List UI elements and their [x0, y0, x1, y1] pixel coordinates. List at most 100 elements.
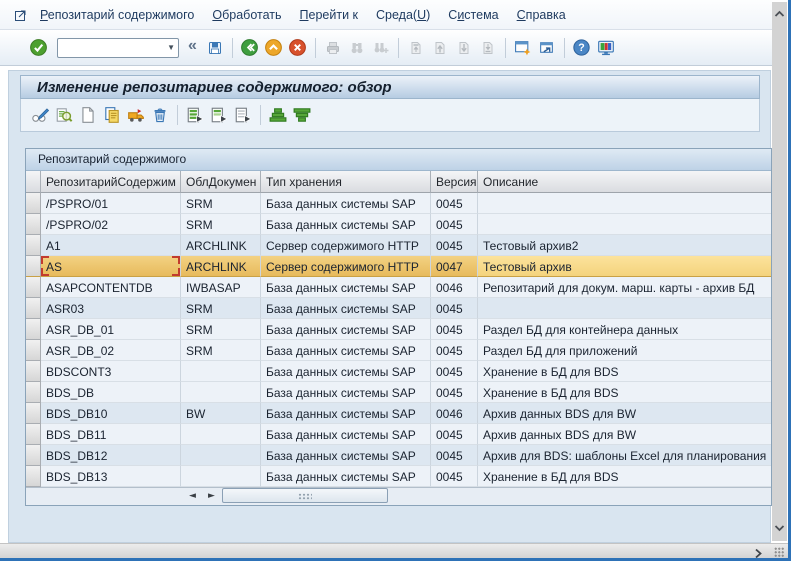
- list-arrow-half-icon[interactable]: [210, 106, 228, 124]
- cell-repository-name[interactable]: BDS_DB13: [41, 466, 181, 487]
- hscroll-right-icon[interactable]: ►: [203, 489, 220, 503]
- last-page-icon[interactable]: [479, 39, 497, 57]
- cell-description[interactable]: Тестовый архив2: [478, 235, 771, 256]
- cell-description[interactable]: Раздел БД для контейнера данных: [478, 319, 771, 340]
- cell-version[interactable]: 0045: [431, 298, 478, 319]
- cell-description[interactable]: [478, 298, 771, 319]
- system-menu-icon[interactable]: [13, 7, 29, 23]
- exit-icon[interactable]: [265, 39, 283, 57]
- column-header[interactable]: РепозитарийСодержим: [41, 171, 181, 193]
- cell-repository-name[interactable]: ASR_DB_01: [41, 319, 181, 340]
- new-session-icon[interactable]: [514, 39, 532, 57]
- cell-description[interactable]: Тестовый архив: [478, 256, 771, 277]
- row-selector[interactable]: [26, 424, 41, 445]
- menu-item[interactable]: Среда(U): [376, 8, 430, 22]
- cell-repository-name[interactable]: ASAPCONTENTDB: [41, 277, 181, 298]
- row-selector[interactable]: [26, 340, 41, 361]
- cell-version[interactable]: 0046: [431, 403, 478, 424]
- save-icon[interactable]: [206, 39, 224, 57]
- cell-storage-type[interactable]: Сервер содержимого HTTP: [261, 235, 431, 256]
- cell-description[interactable]: Архив данных BDS для BW: [478, 424, 771, 445]
- cell-repository-name[interactable]: BDS_DB: [41, 382, 181, 403]
- find-icon[interactable]: [348, 39, 366, 57]
- cell-repository-name[interactable]: AS: [41, 256, 181, 277]
- cell-repository-name[interactable]: BDS_DB11: [41, 424, 181, 445]
- cell-description[interactable]: Хранение в БД для BDS: [478, 382, 771, 403]
- row-selector[interactable]: [26, 382, 41, 403]
- row-selector[interactable]: [26, 214, 41, 235]
- cell-document-area[interactable]: ARCHLINK: [181, 235, 261, 256]
- cell-description[interactable]: Архив для BDS: шаблоны Excel для планиро…: [478, 445, 771, 466]
- previous-page-icon[interactable]: [431, 39, 449, 57]
- cell-version[interactable]: 0045: [431, 340, 478, 361]
- resize-grip-icon[interactable]: [774, 547, 785, 557]
- cell-storage-type[interactable]: База данных системы SAP: [261, 319, 431, 340]
- cell-repository-name[interactable]: BDS_DB12: [41, 445, 181, 466]
- delete-icon[interactable]: [151, 106, 169, 124]
- menu-item[interactable]: Система: [448, 8, 498, 22]
- command-input[interactable]: [58, 40, 164, 56]
- menu-item[interactable]: Репозитарий содержимого: [40, 8, 194, 22]
- filter-bars-icon[interactable]: [293, 106, 311, 124]
- column-header[interactable]: Версия: [431, 171, 478, 193]
- cell-description[interactable]: Репозитарий для докум. марш. карты - арх…: [478, 277, 771, 298]
- collapse-icon[interactable]: «: [188, 37, 197, 55]
- cell-storage-type[interactable]: База данных системы SAP: [261, 382, 431, 403]
- cell-version[interactable]: 0045: [431, 319, 478, 340]
- cell-version[interactable]: 0045: [431, 214, 478, 235]
- cell-version[interactable]: 0045: [431, 445, 478, 466]
- cell-repository-name[interactable]: /PSPRO/02: [41, 214, 181, 235]
- scroll-down-icon[interactable]: [774, 520, 785, 538]
- command-field[interactable]: ▼: [57, 38, 179, 58]
- cell-version[interactable]: 0045: [431, 466, 478, 487]
- list-arrow-outline-icon[interactable]: [234, 106, 252, 124]
- cell-storage-type[interactable]: База данных системы SAP: [261, 424, 431, 445]
- cell-repository-name[interactable]: ASR_DB_02: [41, 340, 181, 361]
- row-selector[interactable]: [26, 445, 41, 466]
- cell-document-area[interactable]: SRM: [181, 298, 261, 319]
- transport-icon[interactable]: [127, 106, 145, 124]
- cell-document-area[interactable]: [181, 466, 261, 487]
- column-header[interactable]: Тип хранения: [261, 171, 431, 193]
- menu-item[interactable]: Обработать: [212, 8, 281, 22]
- select-all-header[interactable]: [26, 171, 41, 193]
- row-selector[interactable]: [26, 277, 41, 298]
- cell-version[interactable]: 0047: [431, 256, 478, 277]
- cell-document-area[interactable]: [181, 445, 261, 466]
- cell-storage-type[interactable]: База данных системы SAP: [261, 214, 431, 235]
- cell-storage-type[interactable]: База данных системы SAP: [261, 277, 431, 298]
- cell-storage-type[interactable]: База данных системы SAP: [261, 298, 431, 319]
- display-icon[interactable]: [55, 106, 73, 124]
- help-icon[interactable]: ?: [573, 39, 591, 57]
- copy-icon[interactable]: [103, 106, 121, 124]
- cell-repository-name[interactable]: ASR03: [41, 298, 181, 319]
- column-header[interactable]: Описание: [478, 171, 771, 193]
- scroll-up-icon[interactable]: [774, 5, 785, 23]
- print-icon[interactable]: [324, 39, 342, 57]
- cell-document-area[interactable]: ARCHLINK: [181, 256, 261, 277]
- cell-document-area[interactable]: [181, 361, 261, 382]
- dropdown-arrow-icon[interactable]: ▼: [167, 44, 175, 52]
- toggle-display-change-icon[interactable]: [31, 106, 49, 124]
- cell-version[interactable]: 0046: [431, 277, 478, 298]
- cell-document-area[interactable]: [181, 424, 261, 445]
- cell-description[interactable]: [478, 214, 771, 235]
- hscrollbar-thumb[interactable]: [222, 488, 388, 503]
- row-selector[interactable]: [26, 193, 41, 214]
- cell-document-area[interactable]: SRM: [181, 193, 261, 214]
- cell-storage-type[interactable]: Сервер содержимого HTTP: [261, 256, 431, 277]
- cell-description[interactable]: [478, 193, 771, 214]
- list-arrow-filled-icon[interactable]: [186, 106, 204, 124]
- row-selector[interactable]: [26, 235, 41, 256]
- cell-document-area[interactable]: [181, 382, 261, 403]
- hscroll-left-icon[interactable]: ◄: [184, 489, 201, 503]
- cell-storage-type[interactable]: База данных системы SAP: [261, 340, 431, 361]
- row-selector[interactable]: [26, 298, 41, 319]
- row-selector[interactable]: [26, 319, 41, 340]
- next-page-icon[interactable]: [455, 39, 473, 57]
- cell-document-area[interactable]: BW: [181, 403, 261, 424]
- vertical-scrollbar[interactable]: [772, 2, 787, 541]
- cell-version[interactable]: 0045: [431, 382, 478, 403]
- cell-repository-name[interactable]: A1: [41, 235, 181, 256]
- cell-version[interactable]: 0045: [431, 193, 478, 214]
